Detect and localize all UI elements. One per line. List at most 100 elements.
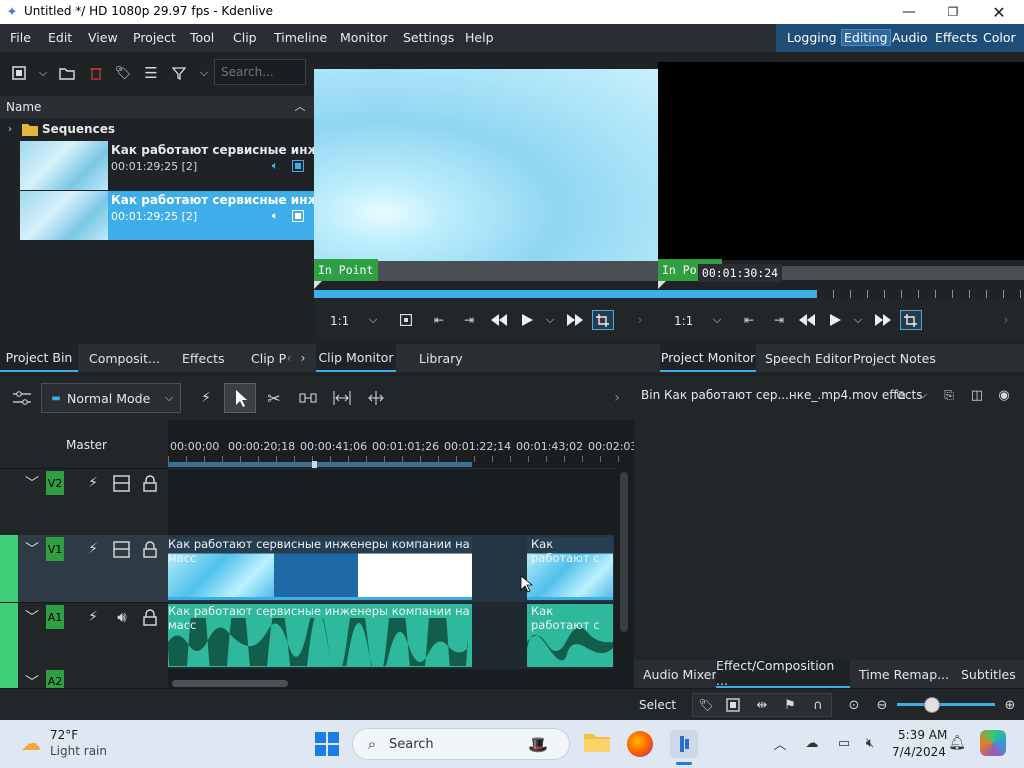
project-set-out-point-icon[interactable]: ⇥: [772, 311, 786, 329]
track-header-v2[interactable]: ﹀ V2 ⚡︎: [0, 468, 168, 534]
playhead-marker[interactable]: [314, 281, 322, 289]
spacer-tool-icon[interactable]: [298, 388, 318, 408]
lock-icon[interactable]: [143, 609, 157, 626]
filter-icon[interactable]: [170, 64, 188, 82]
tab-effects[interactable]: Effects: [182, 344, 225, 372]
minimize-icon[interactable]: —: [898, 2, 920, 22]
tab-time-remap[interactable]: Time Remap...: [859, 660, 949, 688]
sort-up-icon[interactable]: ︿: [292, 98, 308, 114]
zoom-chevron-icon[interactable]: ⌵: [366, 312, 380, 328]
firefox-icon[interactable]: [627, 731, 653, 757]
collapse-chevron-icon[interactable]: ﹀: [22, 674, 42, 688]
select-tool-button[interactable]: [224, 383, 256, 413]
video-clip[interactable]: Как работают сервисные инженеры компании…: [168, 537, 472, 600]
menu-file[interactable]: File: [10, 30, 31, 45]
menu-project[interactable]: Project: [133, 30, 176, 45]
restore-icon[interactable]: ❐: [942, 2, 964, 22]
snap-icon[interactable]: ⇹: [752, 695, 772, 715]
collapse-chevron-icon[interactable]: ﹀: [22, 475, 42, 492]
volume-icon[interactable]: 🔇︎: [860, 734, 880, 752]
zoom-slider[interactable]: [897, 703, 995, 706]
taskbar-search-box[interactable]: ⌕ Search 🎩: [352, 728, 570, 760]
file-explorer-icon[interactable]: [584, 731, 610, 755]
project-zoom-select[interactable]: 1:1: [674, 314, 693, 328]
close-icon[interactable]: ✕: [988, 2, 1010, 22]
project-play-icon[interactable]: [828, 311, 842, 329]
toolbar-more-icon[interactable]: ›: [610, 388, 624, 408]
magnet-icon[interactable]: ∩: [808, 695, 828, 715]
more-icon[interactable]: ›: [634, 311, 646, 329]
tab-clip-monitor[interactable]: Clip Monitor: [316, 344, 396, 372]
magic-wand-icon[interactable]: ⚡︎: [196, 388, 216, 408]
list-view-icon[interactable]: ☰: [142, 64, 160, 82]
tab-speech-editor[interactable]: Speech Editor: [765, 344, 852, 372]
layout-audio[interactable]: Audio: [892, 30, 928, 45]
tab-project-bin[interactable]: Project Bin: [0, 344, 78, 372]
tab-project-notes[interactable]: Project Notes: [853, 344, 936, 372]
track-target-marker[interactable]: [0, 603, 18, 670]
windows-start-icon[interactable]: [315, 732, 339, 756]
project-play-options-chevron-icon[interactable]: ⌵: [851, 311, 865, 329]
flag-icon[interactable]: ⚑: [780, 695, 800, 715]
menu-settings[interactable]: Settings: [403, 30, 454, 45]
lock-icon[interactable]: [143, 475, 157, 492]
track-target-marker[interactable]: [0, 670, 18, 688]
tag-icon[interactable]: 🏷: [696, 695, 716, 715]
compare-chevron-icon[interactable]: ⌵: [916, 386, 930, 404]
project-rewind-icon[interactable]: [798, 311, 816, 329]
track-a1[interactable]: Как работают сервисные инженеры компании…: [168, 602, 614, 669]
track-header-v1[interactable]: ﹀ V1 ⚡︎: [0, 535, 168, 602]
layout-color[interactable]: Color: [983, 30, 1016, 45]
clip-monitor-ruler[interactable]: [314, 290, 658, 298]
tab-audio-mixer[interactable]: Audio Mixer: [643, 660, 717, 688]
hide-video-icon[interactable]: [113, 541, 130, 558]
video-icon[interactable]: [292, 210, 304, 222]
zone-handle[interactable]: [312, 461, 317, 468]
set-in-point-icon[interactable]: ⇤: [432, 311, 446, 329]
effect-wand-icon[interactable]: ⚡︎: [84, 540, 102, 558]
menu-edit[interactable]: Edit: [48, 30, 72, 45]
onedrive-icon[interactable]: ☁: [802, 734, 822, 752]
project-zoom-chevron-icon[interactable]: ⌵: [710, 312, 724, 328]
weather-temp[interactable]: 72°F: [50, 728, 78, 742]
zoom-in-icon[interactable]: ⊕: [1000, 695, 1020, 715]
sequences-folder[interactable]: Sequences: [42, 122, 115, 136]
lock-icon[interactable]: [143, 541, 157, 558]
tab-library[interactable]: Library: [419, 344, 463, 372]
timeline-settings-icon[interactable]: [12, 388, 32, 408]
zoom-fit-icon[interactable]: ⊙: [844, 695, 864, 715]
tab-scroll-right-icon[interactable]: ›: [298, 350, 308, 366]
project-set-in-point-icon[interactable]: ⇤: [742, 311, 756, 329]
track-target-marker[interactable]: [0, 535, 18, 602]
razor-tool-icon[interactable]: ✂: [264, 388, 284, 408]
project-more-icon[interactable]: ›: [1000, 311, 1012, 329]
audio-clip[interactable]: Как работают сервисные инженеры компании…: [168, 604, 472, 667]
project-monitor-ruler-fill[interactable]: [658, 290, 816, 298]
eye-icon[interactable]: ◉: [995, 386, 1013, 404]
audio-clip[interactable]: Как работают с: [527, 604, 613, 667]
mute-speaker-icon[interactable]: 🔊︎: [112, 608, 132, 626]
chevron-down-icon[interactable]: ⌵: [34, 64, 52, 82]
compare-icon[interactable]: ⧉: [892, 386, 910, 404]
expand-icon[interactable]: ›: [4, 122, 16, 136]
track-header-a2[interactable]: ﹀ A2: [0, 670, 168, 688]
rewind-icon[interactable]: [490, 311, 508, 329]
audio-icon[interactable]: 🔈︎: [268, 209, 282, 223]
clock-time[interactable]: 5:39 AM: [898, 728, 947, 742]
hide-video-icon[interactable]: [113, 475, 130, 492]
tab-clip-properties[interactable]: Clip P: [251, 344, 286, 372]
save-stack-icon[interactable]: ⎘: [940, 386, 958, 404]
vertical-scrollbar[interactable]: [620, 472, 628, 632]
delete-icon[interactable]: [87, 64, 105, 82]
collapse-chevron-icon[interactable]: ﹀: [22, 541, 42, 558]
menu-monitor[interactable]: Monitor: [340, 30, 388, 45]
crop-button[interactable]: [592, 310, 614, 330]
safe-zone-icon[interactable]: [400, 314, 412, 326]
layout-logging[interactable]: Logging: [787, 30, 837, 45]
horizontal-scrollbar[interactable]: [172, 680, 288, 687]
edit-mode-select[interactable]: ▬ Normal Mode ⌵: [41, 383, 181, 413]
bin-search-input[interactable]: [214, 59, 306, 85]
project-monitor-ruler-ticks[interactable]: [816, 290, 1024, 298]
folder-add-icon[interactable]: [58, 64, 76, 82]
notification-bell-icon[interactable]: 🔔︎: [948, 734, 966, 752]
